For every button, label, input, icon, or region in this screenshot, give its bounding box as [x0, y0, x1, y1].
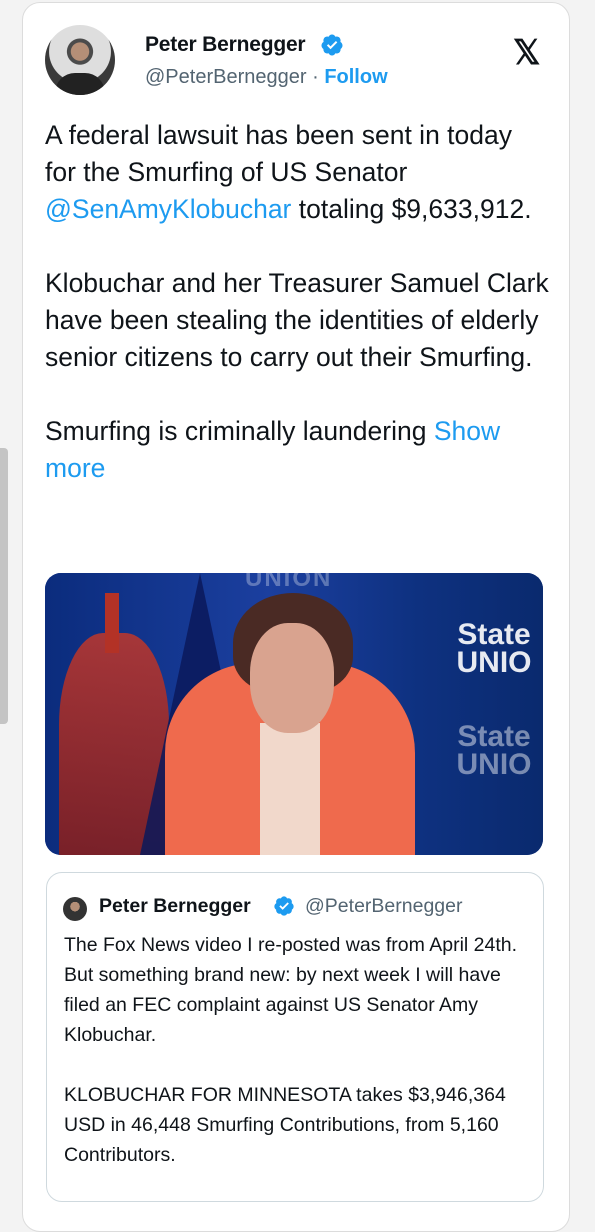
- tweet-media-image[interactable]: UNION State UNIO State UNIO: [45, 573, 543, 855]
- tweet-paragraph-2: Klobuchar and her Treasurer Samuel Clark…: [45, 268, 549, 372]
- quote-author-name: Peter Bernegger: [99, 895, 251, 917]
- quoted-tweet[interactable]: Peter Bernegger @PeterBernegger The Fox …: [46, 872, 544, 1202]
- quote-paragraph-2: KLOBUCHAR FOR MINNESOTA takes $3,946,364…: [64, 1084, 506, 1166]
- scroll-indicator[interactable]: [0, 448, 8, 724]
- tweet-header: Peter Bernegger @PeterBernegger · Follow…: [45, 25, 545, 97]
- tweet-paragraph-3: Smurfing is criminally laundering Show m…: [45, 413, 550, 487]
- follow-button[interactable]: Follow: [324, 66, 387, 88]
- person-face: [250, 623, 334, 733]
- tweet-paragraph-1: A federal lawsuit has been sent in today…: [45, 117, 550, 228]
- tweet-text-1b: totaling $9,633,912.: [291, 194, 532, 224]
- tweet-body: A federal lawsuit has been sent in today…: [45, 117, 550, 524]
- quote-body: The Fox News video I re-posted was from …: [64, 930, 534, 1200]
- quote-author-avatar: [63, 897, 87, 921]
- mention-link[interactable]: @SenAmyKlobuchar: [45, 194, 291, 224]
- x-logo-icon[interactable]: 𝕏: [513, 33, 540, 73]
- state-of-union-logo-faded: State UNIO: [456, 720, 532, 781]
- tweet-text-3: Smurfing is criminally laundering: [45, 416, 434, 446]
- logo-text-top: UNION: [245, 573, 333, 592]
- author-handle[interactable]: @PeterBernegger: [145, 66, 307, 88]
- quote-paragraph-1: The Fox News video I re-posted was from …: [64, 934, 518, 1046]
- tweet-text-1a: A federal lawsuit has been sent in today…: [45, 120, 512, 187]
- verified-badge-icon: [274, 896, 294, 916]
- author-avatar[interactable]: [45, 25, 115, 95]
- quote-author-handle: @PeterBernegger: [305, 895, 463, 917]
- verified-badge-icon: [321, 34, 343, 56]
- author-name[interactable]: Peter Bernegger: [145, 33, 306, 57]
- state-of-union-logo: State UNIO: [456, 618, 532, 679]
- author-handle-line: @PeterBernegger · Follow: [145, 66, 388, 89]
- separator: ·: [312, 66, 319, 88]
